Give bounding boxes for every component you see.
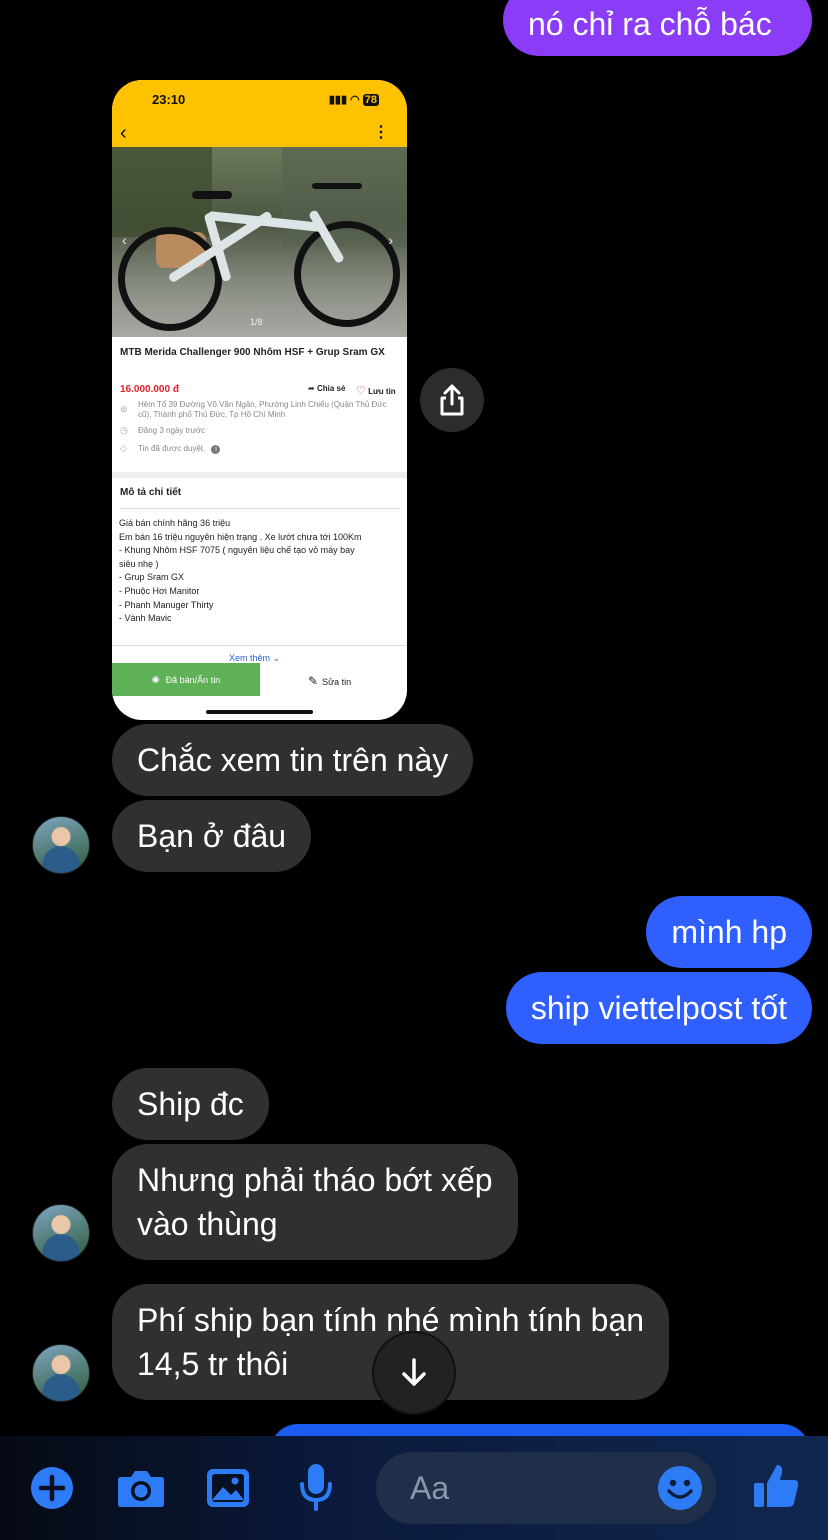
info-icon: i xyxy=(211,445,221,454)
clock-icon: ◷ xyxy=(120,425,128,435)
section-title: Mô tả chi tiết xyxy=(120,487,182,498)
next-photo-icon: › xyxy=(388,232,393,248)
heart-icon: ♡ xyxy=(356,385,366,397)
shared-screenshot[interactable]: 23:10 ▮▮▮ ◠ 78 ‹ ⋮ ‹ › 1/8 MTB Merida Ch… xyxy=(112,80,407,720)
location-icon: ⊚ xyxy=(120,404,128,414)
scroll-to-bottom-button[interactable] xyxy=(374,1333,454,1413)
message-text: Ship đc xyxy=(137,1086,244,1122)
message-text: ship viettelpost tốt xyxy=(530,990,787,1026)
listing-price: 16.000.000 đ xyxy=(120,384,179,395)
like-button[interactable] xyxy=(750,1460,802,1512)
pencil-icon: ✎ xyxy=(308,674,319,688)
camera-icon xyxy=(118,1471,164,1507)
prev-photo-icon: ‹ xyxy=(122,232,127,248)
back-icon: ‹ xyxy=(120,122,127,144)
message-text: Bạn ở đâu xyxy=(137,818,287,854)
share-arrow-icon: ➦ xyxy=(308,384,315,393)
message-text: vào thùng xyxy=(137,1206,278,1242)
listing-address: Hẻm Tổ 39 Đường Võ Văn Ngân, Phường Linh… xyxy=(138,400,387,419)
screenshot-time: 23:10 xyxy=(152,92,186,107)
gallery-button[interactable] xyxy=(205,1465,251,1511)
share-link: ➦ Chia sẻ xyxy=(308,384,346,393)
plus-circle-icon xyxy=(31,1467,73,1509)
divider xyxy=(112,472,407,478)
screenshot-status-bar: 23:10 ▮▮▮ ◠ 78 ‹ ⋮ xyxy=(112,80,407,147)
message-text: Chắc xem tin trên này xyxy=(137,742,449,778)
emoji-button[interactable] xyxy=(656,1464,704,1512)
save-link: ♡ Lưu tin xyxy=(356,385,396,397)
message-text: nó chỉ ra chỗ bác xyxy=(528,6,772,42)
eye-icon: ◉ xyxy=(151,674,160,684)
message-text: mình hp xyxy=(671,914,787,950)
avatar[interactable] xyxy=(32,816,90,874)
message-text: Phí ship bạn tính nhé mình tính bạn xyxy=(137,1302,645,1338)
message-text: Nhưng phải tháo bớt xếp xyxy=(137,1162,493,1198)
home-indicator xyxy=(206,710,313,714)
divider xyxy=(112,645,407,646)
sold-hide-button: ◉ Đã bán/Ẩn tin xyxy=(112,663,260,696)
message-incoming[interactable]: Chắc xem tin trên này xyxy=(112,724,474,796)
microphone-icon xyxy=(300,1464,332,1511)
message-outgoing[interactable]: nó chỉ ra chỗ bác xyxy=(503,0,812,56)
thumbs-up-icon xyxy=(754,1465,799,1507)
image-icon xyxy=(207,1469,249,1507)
more-icon: ⋮ xyxy=(373,124,389,141)
divider xyxy=(120,508,400,509)
message-outgoing[interactable]: mình hp xyxy=(646,896,812,968)
voice-button[interactable] xyxy=(298,1462,334,1512)
camera-button[interactable] xyxy=(116,1465,166,1511)
listing-posted: Đăng 3 ngày trước xyxy=(138,426,206,435)
shield-icon: ◇ xyxy=(120,443,127,453)
chevron-down-icon: ⌄ xyxy=(272,653,281,663)
photo-counter: 1/8 xyxy=(250,317,263,327)
message-outgoing[interactable]: ship viettelpost tốt xyxy=(505,972,812,1044)
share-icon xyxy=(440,384,464,416)
avatar[interactable] xyxy=(32,1344,90,1402)
signal-wifi-battery-icon: ▮▮▮ ◠ 78 xyxy=(328,94,379,106)
bike-photo: ‹ › 1/8 xyxy=(112,147,407,337)
message-incoming[interactable]: Nhưng phải tháo bớt xếp vào thùng xyxy=(112,1144,518,1260)
edit-listing-button: ✎ Sửa tin xyxy=(308,674,352,688)
plus-button[interactable] xyxy=(30,1465,74,1511)
share-button[interactable] xyxy=(420,368,484,432)
message-incoming[interactable]: Ship đc xyxy=(112,1068,269,1140)
avatar[interactable] xyxy=(32,1204,90,1262)
emoji-icon xyxy=(658,1466,702,1510)
listing-description: Giá bán chính hãng 36 triệu Em bán 16 tr… xyxy=(119,518,362,624)
message-incoming[interactable]: Bạn ở đâu xyxy=(112,800,312,872)
arrow-down-icon xyxy=(402,1358,426,1386)
listing-title: MTB Merida Challenger 900 Nhôm HSF + Gru… xyxy=(120,347,385,358)
listing-approved: Tin đã được duyệt. i xyxy=(138,444,398,454)
message-input[interactable] xyxy=(408,1468,652,1508)
